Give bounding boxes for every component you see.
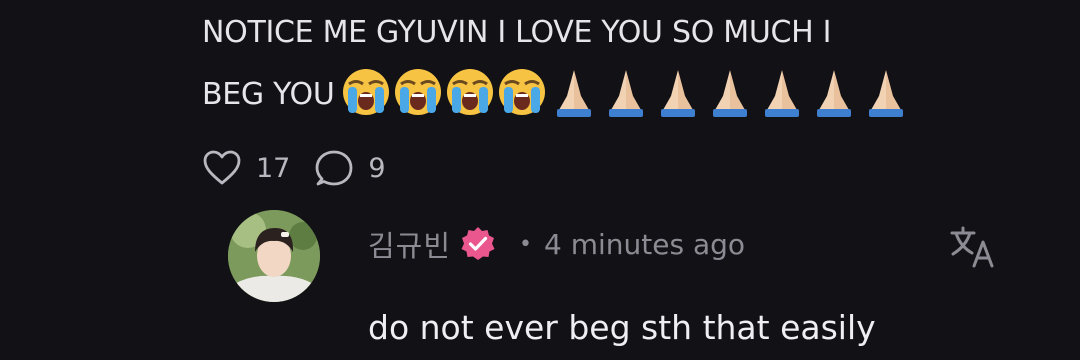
loudly-crying-face-icon <box>499 68 546 115</box>
emoji-row <box>336 66 912 118</box>
post-text-line-2: BEG YOU <box>202 64 1032 126</box>
reply: 김규빈 • 4 minutes ago do not ever beg sth … <box>228 206 1028 360</box>
folded-hands-icon <box>661 69 696 117</box>
post-actions: 17 9 <box>202 146 386 190</box>
heart-icon <box>203 150 241 185</box>
avatar[interactable] <box>228 210 320 302</box>
comment-count: 9 <box>368 152 386 184</box>
reply-author-name[interactable]: 김규빈 <box>368 223 451 265</box>
post-text: NOTICE ME GYUVIN I LOVE YOU SO MUCH I BE… <box>202 2 1032 126</box>
loudly-crying-face-icon <box>395 68 442 115</box>
folded-hands-icon <box>817 69 852 117</box>
reply-header: 김규빈 • 4 minutes ago <box>368 224 745 264</box>
comment-button[interactable]: 9 <box>314 148 386 188</box>
verified-badge-icon <box>461 227 495 260</box>
avatar-photo <box>228 210 320 302</box>
comment-bubble-icon <box>315 150 353 186</box>
like-button[interactable]: 17 <box>202 149 290 187</box>
loudly-crying-face-icon <box>343 68 390 115</box>
folded-hands-icon <box>869 69 904 117</box>
folded-hands-icon <box>765 69 800 117</box>
like-count: 17 <box>256 152 291 184</box>
translate-icon <box>950 226 994 268</box>
post-text-line-1: NOTICE ME GYUVIN I LOVE YOU SO MUCH I <box>202 15 832 50</box>
folded-hands-icon <box>557 69 592 117</box>
folded-hands-icon <box>713 69 748 117</box>
reply-timestamp: 4 minutes ago <box>544 227 746 261</box>
translate-button[interactable] <box>948 224 998 268</box>
loudly-crying-face-icon <box>447 68 494 115</box>
post-text-line-2-words: BEG YOU <box>202 77 335 112</box>
folded-hands-icon <box>609 69 644 117</box>
separator-dot: • <box>519 231 533 257</box>
reply-text: do not ever beg sth that easily <box>368 308 876 347</box>
